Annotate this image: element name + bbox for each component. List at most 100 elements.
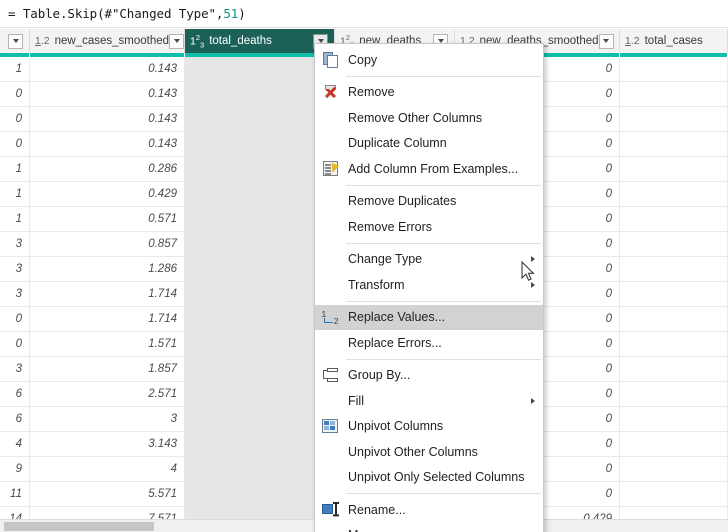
column-header-total_deaths[interactable]: 123 total_deaths [185, 29, 335, 53]
menu-item-remove-errors[interactable]: Remove Errors [315, 214, 543, 240]
table-cell[interactable]: 0.143 [30, 131, 185, 157]
table-cell[interactable]: 1.857 [30, 356, 185, 382]
table-cell[interactable]: 3 [0, 281, 30, 307]
menu-item-copy[interactable]: Copy [315, 47, 543, 73]
table-cell[interactable] [620, 231, 728, 257]
table-cell[interactable] [185, 456, 335, 482]
menu-item-add-column-from-examples[interactable]: Add Column From Examples... [315, 156, 543, 182]
menu-item-move[interactable]: Move [315, 523, 543, 532]
table-cell[interactable] [185, 406, 335, 432]
table-cell[interactable] [620, 481, 728, 507]
table-cell[interactable]: 2.571 [30, 381, 185, 407]
table-cell[interactable]: 14 [0, 506, 30, 519]
table-cell[interactable]: 6 [0, 381, 30, 407]
table-cell[interactable]: 3.143 [30, 431, 185, 457]
table-cell[interactable] [620, 131, 728, 157]
table-cell[interactable]: 3 [30, 406, 185, 432]
table-cell[interactable] [185, 356, 335, 382]
table-cell[interactable]: 1 [0, 57, 30, 82]
table-cell[interactable]: 4 [0, 431, 30, 457]
table-cell[interactable]: 1.571 [30, 331, 185, 357]
menu-item-fill[interactable]: Fill [315, 388, 543, 414]
menu-item-replace-values[interactable]: 1 2 Replace Values... [315, 304, 543, 330]
table-cell[interactable] [185, 57, 335, 82]
scrollbar-thumb[interactable] [4, 522, 154, 531]
table-cell[interactable] [620, 256, 728, 282]
menu-item-remove-other-columns[interactable]: Remove Other Columns [315, 105, 543, 131]
table-cell[interactable] [620, 306, 728, 332]
column-header-new_cases_smoothed[interactable]: 1.2 new_cases_smoothed [30, 29, 185, 53]
table-cell[interactable] [185, 231, 335, 257]
table-cell[interactable]: 5.571 [30, 481, 185, 507]
table-cell[interactable]: 0 [0, 306, 30, 332]
table-cell[interactable] [620, 81, 728, 107]
table-cell[interactable] [620, 406, 728, 432]
formula-bar[interactable]: = Table.Skip(#"Changed Type",51) [0, 0, 728, 28]
column-header-total_cases[interactable]: 1.2 total_cases [620, 29, 728, 53]
table-cell[interactable] [620, 156, 728, 182]
table-cell[interactable]: 3 [0, 231, 30, 257]
table-cell[interactable]: 4 [30, 456, 185, 482]
table-cell[interactable]: 3 [0, 356, 30, 382]
table-cell[interactable]: 0.143 [30, 106, 185, 132]
menu-item-unpivot-columns[interactable]: Unpivot Columns [315, 414, 543, 440]
table-cell[interactable] [620, 456, 728, 482]
table-cell[interactable]: 6 [0, 406, 30, 432]
menu-item-duplicate-column[interactable]: Duplicate Column [315, 131, 543, 157]
table-cell[interactable] [620, 106, 728, 132]
filter-dropdown-icon[interactable] [169, 33, 184, 49]
table-cell[interactable]: 0.143 [30, 57, 185, 82]
table-cell[interactable] [185, 256, 335, 282]
menu-item-unpivot-other-columns[interactable]: Unpivot Other Columns [315, 439, 543, 465]
table-cell[interactable] [620, 57, 728, 82]
table-cell[interactable]: 0.571 [30, 206, 185, 232]
table-cell[interactable] [185, 306, 335, 332]
table-cell[interactable] [185, 481, 335, 507]
table-cell[interactable]: 1.714 [30, 306, 185, 332]
table-cell[interactable] [620, 506, 728, 519]
table-cell[interactable] [620, 356, 728, 382]
table-cell[interactable]: 11 [0, 481, 30, 507]
table-cell[interactable] [185, 206, 335, 232]
table-cell[interactable]: 1 [0, 156, 30, 182]
table-cell[interactable]: 0.286 [30, 156, 185, 182]
table-cell[interactable] [185, 381, 335, 407]
filter-dropdown-icon[interactable] [8, 33, 23, 49]
column-context-menu[interactable]: Copy Remove Remove Other Columns Duplicate … [314, 43, 544, 532]
table-cell[interactable]: 1 [0, 181, 30, 207]
table-cell[interactable]: 1 [0, 206, 30, 232]
table-cell[interactable]: 0 [0, 106, 30, 132]
table-cell[interactable]: 0.857 [30, 231, 185, 257]
column-header-partial-0[interactable] [0, 29, 30, 53]
table-cell[interactable] [185, 331, 335, 357]
table-cell[interactable] [185, 181, 335, 207]
table-cell[interactable]: 0 [0, 131, 30, 157]
table-cell[interactable]: 9 [0, 456, 30, 482]
table-cell[interactable]: 0 [0, 81, 30, 107]
table-cell[interactable]: 1.286 [30, 256, 185, 282]
table-cell[interactable] [620, 181, 728, 207]
table-cell[interactable] [185, 81, 335, 107]
menu-item-change-type[interactable]: Change Type [315, 247, 543, 273]
table-cell[interactable] [185, 431, 335, 457]
table-cell[interactable] [185, 281, 335, 307]
menu-item-rename[interactable]: Rename... [315, 497, 543, 523]
table-cell[interactable] [185, 106, 335, 132]
table-cell[interactable] [620, 331, 728, 357]
menu-item-unpivot-only-selected-columns[interactable]: Unpivot Only Selected Columns [315, 465, 543, 491]
table-cell[interactable]: 7.571 [30, 506, 185, 519]
menu-item-transform[interactable]: Transform [315, 272, 543, 298]
menu-item-group-by[interactable]: Group By... [315, 363, 543, 389]
table-cell[interactable]: 0.429 [30, 181, 185, 207]
filter-dropdown-icon[interactable] [598, 33, 614, 49]
table-cell[interactable]: 0.143 [30, 81, 185, 107]
table-cell[interactable] [185, 131, 335, 157]
menu-item-remove[interactable]: Remove [315, 80, 543, 106]
table-cell[interactable] [620, 381, 728, 407]
table-cell[interactable] [620, 281, 728, 307]
table-cell[interactable] [185, 506, 335, 519]
table-cell[interactable] [185, 156, 335, 182]
menu-item-remove-duplicates[interactable]: Remove Duplicates [315, 189, 543, 215]
menu-item-replace-errors[interactable]: Replace Errors... [315, 330, 543, 356]
table-cell[interactable] [620, 431, 728, 457]
